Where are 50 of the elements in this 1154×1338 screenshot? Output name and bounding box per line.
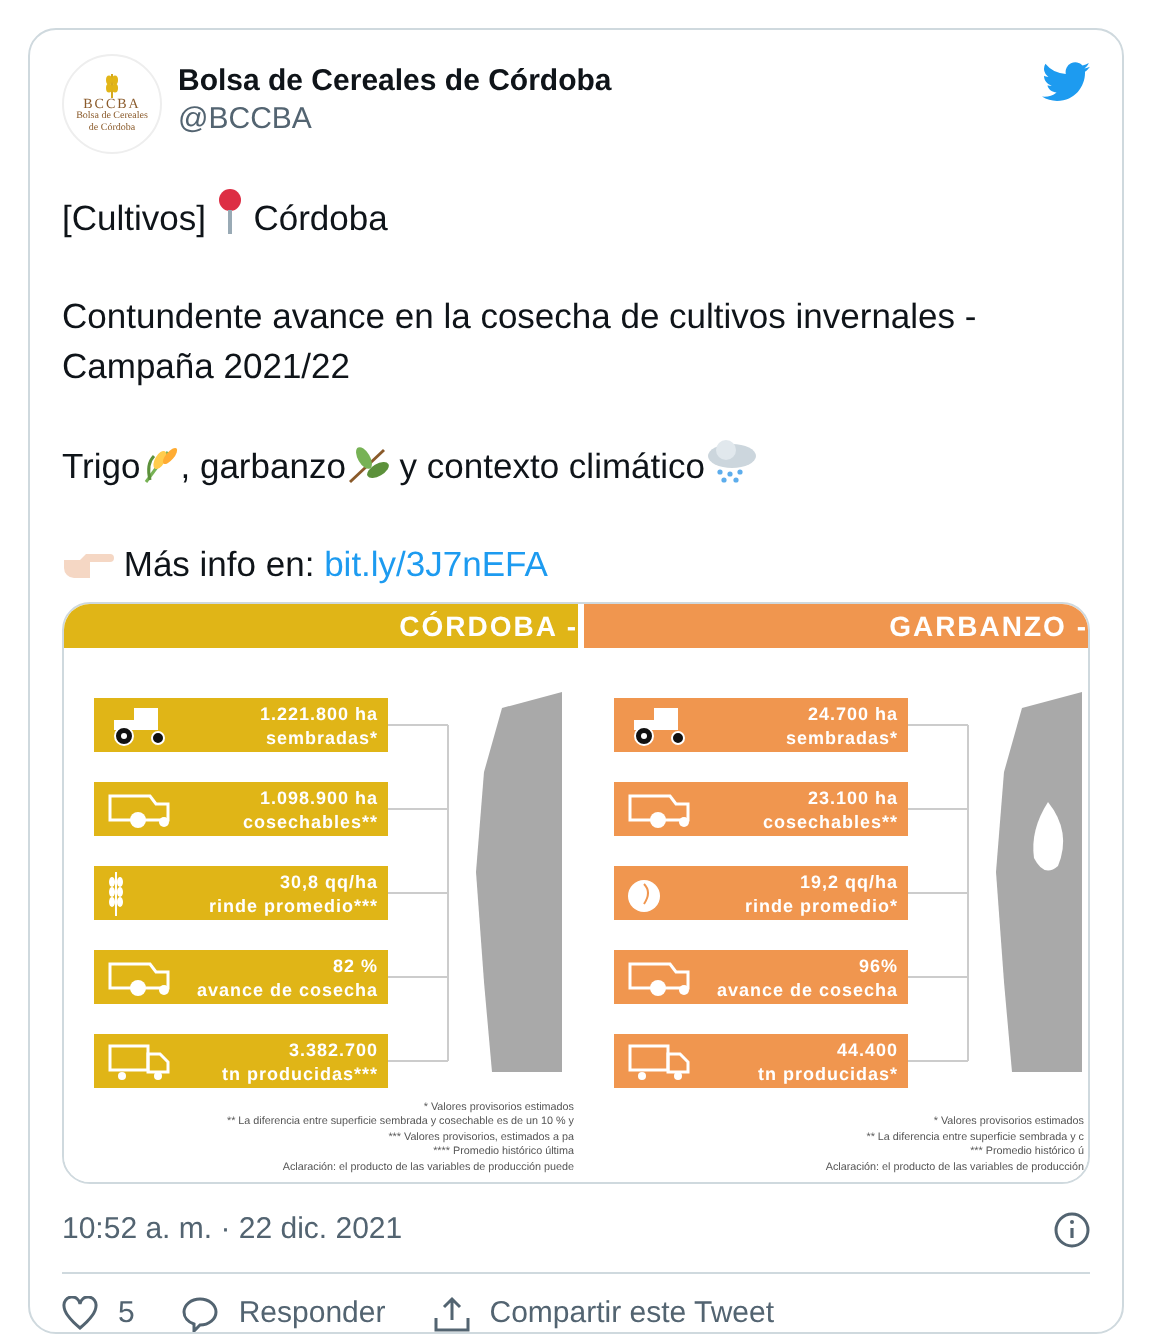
reply-button[interactable]: Responder	[182, 1291, 386, 1332]
timestamp[interactable]: 10:52 a. m. · 22 dic. 2021	[62, 1208, 403, 1253]
stat-value: 3.382.700	[286, 1037, 378, 1061]
stat-value: 30,8 qq/ha	[277, 869, 378, 893]
stat-label: tn producidas***	[221, 1061, 378, 1085]
author-name[interactable]: Bolsa de Cereales de Córdoba	[178, 62, 1042, 100]
chickpea-icon	[626, 875, 662, 911]
stat-value: 82 %	[330, 953, 378, 977]
stat-value: 24.700 ha	[805, 701, 898, 725]
info-icon	[1054, 1212, 1090, 1249]
stat-label: rinde promedio***	[208, 893, 378, 917]
heart-icon	[62, 1296, 98, 1331]
place-text: Córdoba	[253, 198, 388, 238]
share-icon	[433, 1295, 470, 1332]
panel-title: GARBANZO -	[584, 604, 1088, 648]
stat-label: sembradas*	[263, 725, 378, 749]
wheat-icon	[140, 444, 181, 484]
share-button[interactable]: Compartir este Tweet	[433, 1291, 775, 1332]
more-info-text: Más info en:	[123, 544, 315, 584]
stat-value: 44.400	[834, 1037, 898, 1061]
stat-value: 1.221.800 ha	[259, 701, 378, 725]
hashtag-text: [Cultivos]	[62, 198, 206, 238]
stat-label: cosechables**	[242, 809, 378, 833]
bird-logo-icon	[1042, 62, 1090, 102]
pointing-hand-icon	[62, 550, 114, 582]
panel-title: CÓRDOBA -	[64, 604, 578, 648]
stat-label: avance de cosecha	[196, 977, 378, 1001]
crop-text: , garbanzo	[180, 446, 346, 486]
tweet-text: Contundente avance en la cosecha de cultivos invernales - Campaña 2021/22	[62, 294, 979, 390]
stat-value: 23.100 ha	[805, 785, 898, 809]
stat-label: sembradas*	[785, 725, 898, 749]
rain-cloud-icon	[705, 440, 757, 484]
like-button[interactable]: 5	[62, 1291, 135, 1332]
crop-text: Trigo	[62, 446, 141, 486]
pin-icon	[215, 188, 244, 236]
weather-text: y contexto climático	[397, 446, 705, 486]
stat-label: cosechables**	[762, 809, 898, 833]
herb-icon	[345, 444, 390, 484]
wheat-icon	[104, 74, 120, 98]
truck-icon	[626, 1041, 694, 1081]
stat-value: 19,2 qq/ha	[797, 869, 898, 893]
stat-label: rinde promedio*	[744, 893, 898, 917]
stat-value: 1.098.900 ha	[257, 785, 378, 809]
stat-label: avance de cosecha	[716, 977, 898, 1001]
stat-value: 96%	[856, 953, 898, 977]
wheat-icon	[106, 871, 126, 915]
truck-icon	[106, 1041, 174, 1081]
stat-label: tn producidas*	[757, 1061, 898, 1085]
author-handle[interactable]: @BCCBA	[178, 100, 1042, 138]
speech-bubble-icon	[182, 1295, 219, 1332]
